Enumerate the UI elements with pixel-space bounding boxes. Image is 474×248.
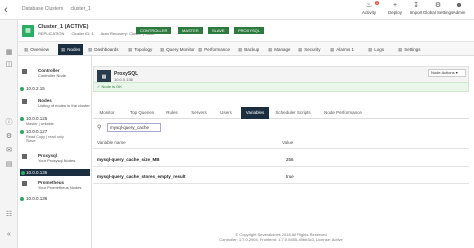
check-icon: ✓ — [97, 84, 101, 89]
db-nodes-group: Nodes Listing of nodes in the cluster — [20, 98, 90, 108]
tab-monitor[interactable]: Monitor — [93, 107, 121, 119]
status-ok-icon — [20, 87, 24, 91]
tab-overview[interactable]: ▦ Overview — [24, 44, 49, 55]
tab-scheduler-scripts[interactable]: Scheduler Scripts — [273, 107, 313, 119]
cluster-header: ▦ Cluster_1 (ACTIVE) REPLICATION Cluster… — [18, 20, 474, 42]
variable-search-input[interactable] — [107, 123, 161, 132]
column-variable-name: Variable name — [97, 140, 126, 145]
left-sidebar: ▦ ◫ ⓘ ⚙ ✉ ▤ ☷ « — [0, 20, 18, 248]
column-value: Value — [282, 140, 294, 145]
chevron-down-icon: ▾ — [455, 70, 458, 75]
tab-users[interactable]: Users — [215, 107, 237, 119]
document-icon[interactable]: ▤ — [4, 160, 14, 170]
database-icon — [22, 99, 27, 104]
help-icon[interactable]: ⓘ — [4, 118, 14, 128]
chevron-left-icon[interactable]: ‹ — [4, 4, 16, 16]
table-divider — [93, 183, 469, 184]
tab-security[interactable]: ▦ Security — [298, 44, 321, 55]
tab-manage[interactable]: ▦ Manage — [268, 44, 291, 55]
settings-icon[interactable]: ⚙ — [4, 132, 14, 142]
breadcrumb-cluster[interactable]: cluster_1 — [71, 6, 91, 12]
tab-servers[interactable]: Servers — [185, 107, 213, 119]
chat-icon[interactable]: ✉ — [4, 146, 14, 156]
top-bar: ‹ Database Clusters cluster_1 ♨ 1 Activi… — [0, 0, 474, 20]
tab-rules[interactable]: Rules — [161, 107, 183, 119]
controller-group: Controller Controller Node — [20, 68, 90, 78]
node-list: Controller Controller Node 10.0.2.15 Nod… — [18, 56, 92, 248]
proxy-icon — [22, 154, 27, 159]
monitor-icon[interactable]: ◫ — [4, 60, 14, 70]
node-actions-dropdown[interactable]: Node Actions ▾ — [428, 69, 466, 77]
tab-nodes[interactable]: ▦ Nodes — [58, 44, 84, 55]
role-master-badge: MASTER — [178, 27, 203, 34]
user-icon: ☻ — [455, 2, 463, 9]
node-status-bar: ✓ Node is OK — [93, 82, 469, 92]
prometheus-icon — [22, 181, 27, 186]
footer: © Copyright Severalnines 2018 All Rights… — [93, 232, 469, 242]
role-slave-badge: SLAVE — [208, 27, 229, 34]
proxysql-group: Proxysql Your Proxysql Nodes — [20, 153, 90, 163]
tab-query-monitor[interactable]: ▦ Query Monitor — [160, 44, 195, 55]
breadcrumb-database-clusters[interactable]: Database Clusters — [22, 6, 63, 12]
table-row-variable: mysql-query_cache_stores_empty_result — [97, 174, 186, 179]
table-row-value[interactable]: true — [286, 174, 294, 179]
tab-backup[interactable]: ▦ Backup — [238, 44, 259, 55]
table-divider — [93, 148, 469, 149]
breadcrumb: Database Clusters cluster_1 — [22, 6, 97, 12]
collapse-icon[interactable]: « — [4, 230, 14, 240]
tab-topology[interactable]: ▦ Topology — [128, 44, 152, 55]
status-ok-icon — [20, 117, 24, 121]
search-icon: ⚲ — [97, 125, 102, 131]
cluster-status-icon: ▦ — [22, 25, 34, 37]
node-item-controller[interactable]: 10.0.2.15 — [26, 86, 45, 91]
table-row-variable: mysql-query_cache_size_MB — [97, 157, 160, 162]
status-ok-icon — [20, 130, 24, 134]
table-row-value[interactable]: 256 — [286, 157, 294, 162]
node-item-proxysql[interactable]: 10.0.0.136 — [20, 169, 90, 176]
status-ok-icon — [21, 170, 25, 175]
node-panel-tabs: Monitor Top Queries Rules Servers Users … — [93, 107, 469, 119]
node-item-master[interactable]: 10.0.0.125 — [26, 116, 47, 121]
tab-alarms[interactable]: ▦ Alarms 1 — [330, 44, 354, 55]
table-divider — [93, 166, 469, 167]
node-note-slave: Read Copy | read only Slave — [26, 135, 64, 143]
clusters-icon[interactable]: ▦ — [4, 48, 14, 58]
version-text: Controller: 1.7.0.2904, Frontend: 1.7.0.… — [219, 237, 343, 242]
prometheus-group: Prometheus Your Prometheus Nodes — [20, 180, 90, 190]
node-item-slave[interactable]: 10.0.0.127 — [26, 129, 47, 134]
tab-dashboards[interactable]: ▦ Dashboards — [88, 44, 119, 55]
tab-variables[interactable]: Variables — [241, 107, 269, 119]
lock-icon[interactable]: ☷ — [4, 210, 14, 220]
tab-performance[interactable]: ▦ Performance — [198, 44, 230, 55]
tab-settings[interactable]: ▦ Settings — [398, 44, 421, 55]
node-note-master: Master | writable — [26, 122, 54, 126]
controller-icon — [22, 69, 27, 74]
alarms-count: 1 — [351, 47, 355, 52]
tab-top-queries[interactable]: Top Queries — [125, 107, 159, 119]
admin-button[interactable]: ☻ Admin — [446, 1, 472, 19]
role-proxysql-badge: PROXYSQL — [234, 27, 265, 34]
cluster-tabs: ▦ Overview ▦ Nodes ▦ Dashboards ▦ Topology ▦… — [18, 42, 474, 56]
tab-node-performance[interactable]: Node Performance — [321, 107, 365, 119]
node-item-prometheus[interactable]: 10.0.0.136 — [26, 196, 47, 201]
cluster-name: Cluster_1 (ACTIVE) — [38, 24, 89, 30]
tab-logs[interactable]: ▦ Logs — [368, 44, 384, 55]
status-ok-icon — [20, 197, 24, 201]
role-controller-badge: CONTROLLER — [136, 27, 172, 34]
